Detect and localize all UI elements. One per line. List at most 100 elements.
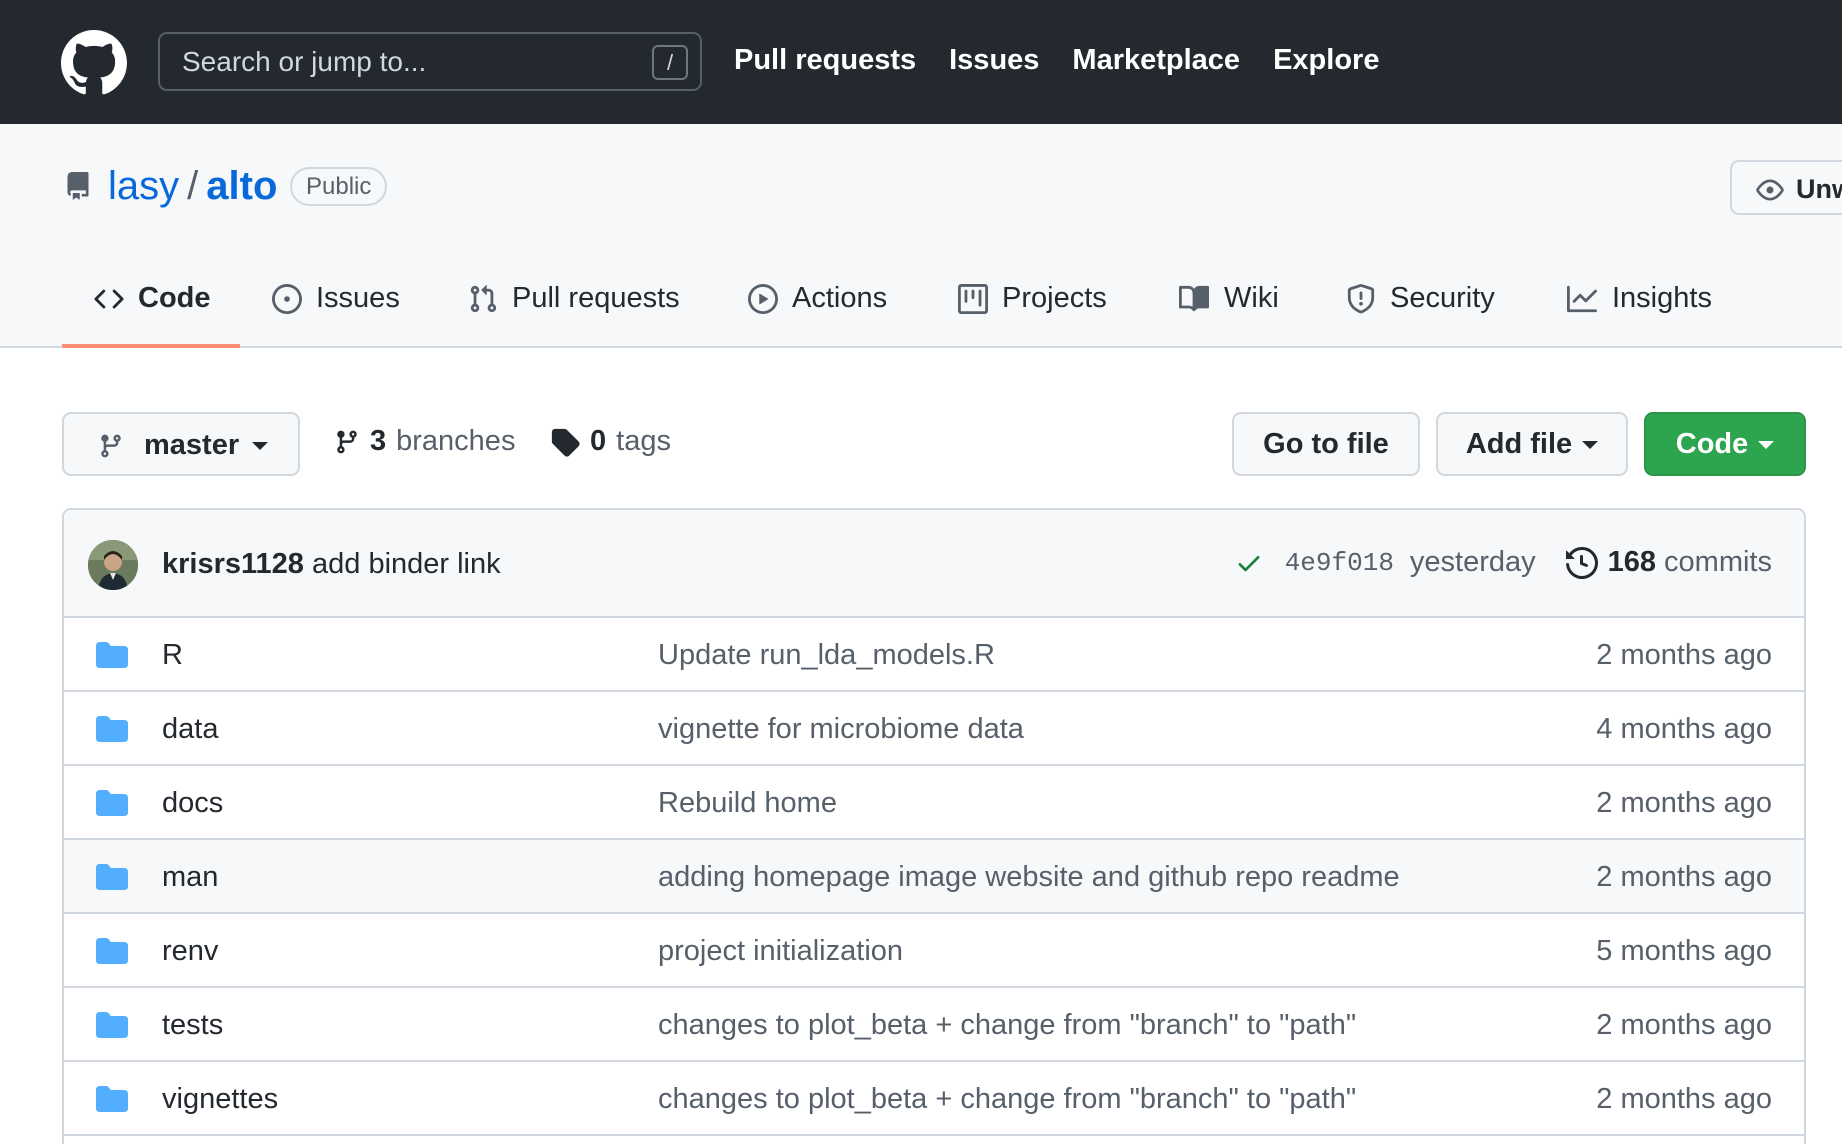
branches-label: branches	[396, 425, 516, 457]
table-row[interactable]: man adding homepage image website and git…	[64, 840, 1804, 914]
book-icon	[1179, 285, 1210, 312]
header-nav-explore[interactable]: Explore	[1273, 44, 1379, 77]
file-commit-age: 2 months ago	[1596, 1009, 1772, 1041]
file-commit-message-link[interactable]: changes to plot_beta + change from "bran…	[658, 1009, 1356, 1042]
tab-projects[interactable]: Projects	[958, 264, 1107, 348]
file-name-link[interactable]: man	[162, 861, 218, 894]
file-commit-message-link[interactable]: vignette for microbiome data	[658, 713, 1024, 746]
header-nav-marketplace[interactable]: Marketplace	[1072, 44, 1240, 77]
tab-actions[interactable]: Actions	[748, 264, 887, 348]
repo-title-separator: /	[187, 164, 199, 208]
github-logo-icon[interactable]	[61, 30, 127, 96]
table-row[interactable]: R Update run_lda_models.R 2 months ago	[64, 618, 1804, 692]
tab-pull-requests[interactable]: Pull requests	[468, 264, 680, 348]
folder-icon	[96, 938, 128, 969]
file-name-link[interactable]: vignettes	[162, 1083, 278, 1116]
branch-select-button[interactable]: master	[62, 412, 300, 476]
tab-issues[interactable]: Issues	[272, 264, 400, 348]
table-row[interactable]: renv project initialization 5 months ago	[64, 914, 1804, 988]
repo-owner-link[interactable]: lasy	[108, 164, 179, 208]
go-to-file-label: Go to file	[1263, 428, 1389, 460]
code-icon	[94, 289, 124, 309]
repo-header: lasy/alto Public Unwatch Code Issues Pul…	[0, 124, 1842, 348]
folder-icon	[96, 642, 128, 673]
chevron-down-icon	[1582, 441, 1599, 450]
file-commit-age: 2 months ago	[1596, 1083, 1772, 1115]
commit-meta: 4e9f018 yesterday 168 commits	[1235, 546, 1772, 579]
chevron-down-icon	[252, 442, 268, 450]
add-file-label: Add file	[1465, 428, 1573, 460]
commit-sha-link[interactable]: 4e9f018	[1285, 548, 1394, 578]
file-commit-age: 5 months ago	[1596, 935, 1772, 967]
commits-label[interactable]: commits	[1664, 546, 1772, 579]
git-pull-request-icon	[470, 285, 497, 313]
branches-link[interactable]: 3 branches	[334, 425, 515, 458]
search-box[interactable]: /	[158, 32, 702, 91]
branches-count: 3	[370, 425, 387, 457]
file-name-link[interactable]: tests	[162, 1009, 223, 1042]
table-row[interactable]: data vignette for microbiome data 4 months…	[64, 692, 1804, 766]
commits-count[interactable]: 168	[1608, 546, 1656, 579]
repo-icon	[67, 172, 89, 200]
add-file-button[interactable]: Add file	[1436, 412, 1628, 476]
file-name-link[interactable]: renv	[162, 935, 218, 968]
tab-wiki-label: Wiki	[1224, 282, 1279, 314]
header-nav-pull-requests[interactable]: Pull requests	[734, 44, 916, 77]
watch-button-label: Unwatch	[1796, 174, 1842, 204]
branch-name: master	[144, 429, 240, 461]
history-icon	[1565, 546, 1598, 579]
table-row[interactable]: tests changes to plot_beta + change from …	[64, 988, 1804, 1062]
tab-insights[interactable]: Insights	[1566, 264, 1712, 348]
check-icon[interactable]	[1235, 549, 1263, 577]
git-branch-icon	[337, 430, 357, 453]
repo-title: lasy / alto	[108, 164, 277, 209]
global-header: / Pull requests Issues Marketplace Explo…	[0, 0, 1842, 124]
file-commit-message-link[interactable]: project initialization	[658, 935, 903, 968]
file-commit-message-link[interactable]: adding homepage image website and github…	[658, 861, 1400, 894]
tab-actions-label: Actions	[792, 282, 888, 314]
tags-label: tags	[616, 425, 671, 457]
avatar[interactable]	[88, 540, 138, 590]
folder-icon	[96, 716, 128, 747]
file-commit-message-link[interactable]: changes to plot_beta + change from "bran…	[658, 1083, 1356, 1116]
repo-name-link[interactable]: alto	[206, 164, 277, 208]
code-button-label: Code	[1675, 428, 1749, 460]
table-row[interactable]: docs Rebuild home 2 months ago	[64, 766, 1804, 840]
tab-security[interactable]: Security	[1346, 264, 1495, 348]
code-button[interactable]: Code	[1644, 412, 1806, 476]
issue-opened-icon	[272, 284, 302, 314]
commit-message-link[interactable]: add binder link	[312, 548, 501, 580]
tab-code[interactable]: Code	[94, 264, 211, 348]
tags-link[interactable]: 0 tags	[550, 425, 671, 458]
header-nav: Pull requests Issues Marketplace Explore	[734, 44, 1379, 77]
commit-author-link[interactable]: krisrs1128	[162, 548, 304, 580]
search-input[interactable]	[182, 46, 622, 78]
file-name-link[interactable]: data	[162, 713, 218, 746]
visibility-badge: Public	[290, 167, 388, 206]
file-name-link[interactable]: docs	[162, 787, 223, 820]
avatar-image	[88, 540, 138, 590]
tab-pull-requests-label: Pull requests	[512, 282, 680, 314]
shield-icon	[1347, 284, 1375, 314]
eye-icon	[1756, 179, 1784, 201]
file-name-link[interactable]: R	[162, 639, 183, 672]
folder-icon	[96, 790, 128, 821]
table-row[interactable]: vignettes changes to plot_beta + change f…	[64, 1062, 1804, 1136]
latest-commit-bar: krisrs1128 add binder link 4e9f018 yeste…	[64, 510, 1804, 618]
tag-icon	[551, 428, 580, 457]
file-commit-message-link[interactable]: Update run_lda_models.R	[658, 639, 995, 672]
file-table: krisrs1128 add binder link 4e9f018 yeste…	[62, 508, 1806, 1144]
git-branch-icon	[101, 434, 121, 458]
search-shortcut-key: /	[652, 45, 688, 80]
tab-projects-label: Projects	[1002, 282, 1107, 314]
watch-button[interactable]: Unwatch	[1730, 160, 1842, 215]
header-nav-issues[interactable]: Issues	[949, 44, 1039, 77]
folder-icon	[96, 1012, 128, 1043]
file-commit-age: 2 months ago	[1596, 787, 1772, 819]
chevron-down-icon	[1758, 441, 1775, 450]
tab-issues-label: Issues	[316, 282, 400, 314]
go-to-file-button[interactable]: Go to file	[1232, 412, 1420, 476]
tab-wiki[interactable]: Wiki	[1178, 264, 1279, 348]
file-commit-message-link[interactable]: Rebuild home	[658, 787, 837, 820]
folder-icon	[96, 864, 128, 895]
